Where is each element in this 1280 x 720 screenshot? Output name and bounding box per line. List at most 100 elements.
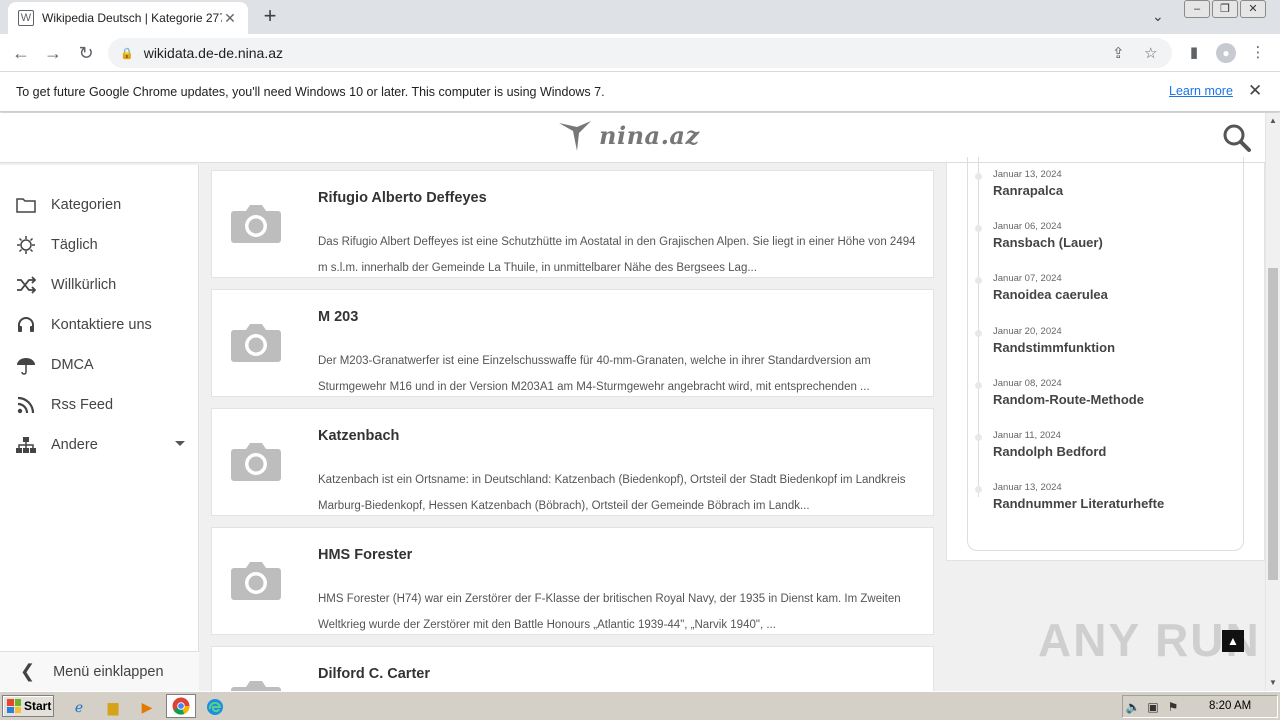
timeline-date: Januar 06, 2024 bbox=[993, 221, 1062, 232]
file-explorer-icon[interactable]: ▆ bbox=[102, 696, 124, 718]
network-icon[interactable]: ▣ bbox=[1143, 700, 1163, 714]
sidebar-item-label: Andere bbox=[51, 437, 98, 453]
chrome-taskbar-icon[interactable] bbox=[166, 694, 196, 718]
sidebar-item-rss[interactable]: Rss Feed bbox=[0, 385, 199, 425]
timeline-title[interactable]: Randnummer Literaturhefte bbox=[993, 496, 1164, 511]
chevron-left-icon: ❮ bbox=[20, 661, 36, 681]
article-title[interactable]: HMS Forester bbox=[318, 547, 412, 563]
timeline-date: Januar 13, 2024 bbox=[993, 482, 1062, 493]
sidebar-item-andere[interactable]: Andere bbox=[0, 425, 199, 465]
maximize-button[interactable]: ❐ bbox=[1212, 0, 1238, 18]
article-card[interactable]: Dilford C. Carter bbox=[211, 646, 934, 691]
share-icon[interactable]: ⇪ bbox=[1112, 44, 1125, 62]
forward-button[interactable]: → bbox=[42, 42, 64, 64]
article-card[interactable]: Katzenbach Katzenbach ist ein Ortsname: … bbox=[211, 408, 934, 516]
article-title[interactable]: Katzenbach bbox=[318, 428, 399, 444]
windows-taskbar: Start ℯ ▆ ▶ 🔈 ▣ ⚑ 8:20 AM bbox=[0, 691, 1280, 720]
sidebar-item-kontakt[interactable]: Kontaktiere uns bbox=[0, 305, 199, 345]
umbrella-icon bbox=[16, 355, 36, 375]
article-excerpt: Der M203-Granatwerfer ist eine Einzelsch… bbox=[318, 355, 871, 393]
site-logo[interactable]: nina.az bbox=[557, 115, 700, 155]
minimize-button[interactable]: – bbox=[1184, 0, 1210, 18]
url-text[interactable]: wikidata.de-de.nina.az bbox=[144, 45, 283, 61]
timeline-title[interactable]: Ranrapalca bbox=[993, 183, 1063, 198]
internet-explorer-icon[interactable]: ℯ bbox=[68, 696, 90, 718]
sidebar-item-label: Täglich bbox=[51, 237, 98, 253]
timeline-dot bbox=[975, 330, 982, 337]
media-player-icon[interactable]: ▶ bbox=[136, 696, 158, 718]
window-controls: – ❐ ✕ bbox=[1182, 0, 1266, 20]
timeline-dot bbox=[975, 382, 982, 389]
edge-icon[interactable] bbox=[204, 696, 226, 718]
sidebar-item-dmca[interactable]: DMCA bbox=[0, 345, 199, 385]
timeline-title[interactable]: Ranoidea caerulea bbox=[993, 287, 1108, 302]
back-button[interactable]: ← bbox=[10, 42, 32, 64]
scroll-down-arrow-icon[interactable]: ▼ bbox=[1269, 678, 1277, 687]
tab-title: Wikipedia Deutsch | Kategorie 277 | bbox=[42, 11, 222, 25]
tab-search-chevron-icon[interactable]: ⌄ bbox=[1152, 8, 1164, 25]
sitemap-icon bbox=[16, 435, 36, 455]
close-infobar-icon[interactable]: ✕ bbox=[1248, 81, 1262, 101]
sidebar-item-label: DMCA bbox=[51, 357, 94, 373]
timeline-date: Januar 13, 2024 bbox=[993, 169, 1062, 180]
update-infobar: To get future Google Chrome updates, you… bbox=[0, 72, 1280, 112]
new-tab-button[interactable]: + bbox=[258, 5, 282, 29]
timeline-dot bbox=[975, 173, 982, 180]
menu-kebab-icon[interactable]: ⋮ bbox=[1248, 43, 1268, 63]
browser-tab[interactable]: W Wikipedia Deutsch | Kategorie 277 | ✕ bbox=[8, 2, 248, 34]
reload-button[interactable]: ↻ bbox=[75, 42, 97, 64]
chevron-down-icon[interactable] bbox=[175, 441, 185, 446]
start-button[interactable]: Start bbox=[2, 695, 54, 717]
article-title[interactable]: Rifugio Alberto Deffeyes bbox=[318, 190, 487, 206]
timeline-line bbox=[978, 157, 979, 497]
article-title[interactable]: M 203 bbox=[318, 309, 358, 325]
camera-icon bbox=[231, 205, 281, 243]
scroll-to-top-button[interactable]: ▲ bbox=[1222, 630, 1244, 652]
timeline-title[interactable]: Randstimmfunktion bbox=[993, 340, 1115, 355]
article-card[interactable]: Rifugio Alberto Deffeyes Das Rifugio Alb… bbox=[211, 170, 934, 278]
learn-more-link[interactable]: Learn more bbox=[1169, 84, 1233, 98]
close-tab-icon[interactable]: ✕ bbox=[222, 10, 238, 27]
volume-icon[interactable]: 🔈 bbox=[1123, 700, 1143, 714]
browser-toolbar: ← → ↻ 🔒 wikidata.de-de.nina.az ⇪ ☆ ▮ ● ⋮ bbox=[0, 34, 1280, 72]
collapse-menu-button[interactable]: ❮ Menü einklappen bbox=[0, 651, 199, 691]
web-page: nina.az Kategorien Täglich Willkürlich K… bbox=[0, 113, 1265, 691]
timeline-dot bbox=[975, 225, 982, 232]
sidebar-item-label: Willkürlich bbox=[51, 277, 117, 293]
timeline-title[interactable]: Ransbach (Lauer) bbox=[993, 235, 1103, 250]
bookmark-star-icon[interactable]: ☆ bbox=[1144, 44, 1157, 62]
close-window-button[interactable]: ✕ bbox=[1240, 0, 1266, 18]
timeline-dot bbox=[975, 277, 982, 284]
timeline-date: Januar 08, 2024 bbox=[993, 378, 1062, 389]
article-card[interactable]: HMS Forester HMS Forester (H74) war ein … bbox=[211, 527, 934, 635]
article-title[interactable]: Dilford C. Carter bbox=[318, 666, 430, 682]
bird-logo-icon bbox=[559, 121, 591, 151]
sidebar-item-kategorien[interactable]: Kategorien bbox=[0, 185, 199, 225]
article-card[interactable]: M 203 Der M203-Granatwerfer ist eine Ein… bbox=[211, 289, 934, 397]
timeline: Januar 13, 2024 Ranrapalca Januar 06, 20… bbox=[967, 157, 1244, 551]
timeline-title[interactable]: Random-Route-Methode bbox=[993, 392, 1144, 407]
page-scrollbar[interactable]: ▲ ▼ bbox=[1265, 113, 1280, 691]
scrollbar-thumb[interactable] bbox=[1268, 268, 1278, 580]
infobar-message: To get future Google Chrome updates, you… bbox=[16, 84, 605, 99]
clock[interactable]: 8:20 AM bbox=[1209, 700, 1251, 712]
sun-icon bbox=[16, 235, 36, 255]
sidebar-item-taeglich[interactable]: Täglich bbox=[0, 225, 199, 265]
timeline-title[interactable]: Randolph Bedford bbox=[993, 444, 1106, 459]
timeline-date: Januar 20, 2024 bbox=[993, 326, 1062, 337]
profile-avatar[interactable]: ● bbox=[1216, 43, 1236, 63]
timeline-date: Januar 11, 2024 bbox=[993, 430, 1061, 441]
action-center-flag-icon[interactable]: ⚑ bbox=[1163, 700, 1183, 714]
lock-icon[interactable]: 🔒 bbox=[120, 47, 134, 60]
camera-icon bbox=[231, 681, 281, 691]
sidebar-menu: Kategorien Täglich Willkürlich Kontaktie… bbox=[0, 165, 199, 691]
side-panel-icon[interactable]: ▮ bbox=[1184, 43, 1204, 63]
timeline-date: Januar 07, 2024 bbox=[993, 273, 1062, 284]
camera-icon bbox=[231, 324, 281, 362]
sidebar-item-willkuerlich[interactable]: Willkürlich bbox=[0, 265, 199, 305]
address-bar[interactable]: 🔒 wikidata.de-de.nina.az ⇪ ☆ bbox=[108, 38, 1172, 68]
tab-strip: W Wikipedia Deutsch | Kategorie 277 | ✕ … bbox=[0, 0, 1280, 34]
scroll-up-arrow-icon[interactable]: ▲ bbox=[1269, 116, 1277, 125]
timeline-dot bbox=[975, 434, 982, 441]
search-icon[interactable] bbox=[1222, 123, 1252, 153]
